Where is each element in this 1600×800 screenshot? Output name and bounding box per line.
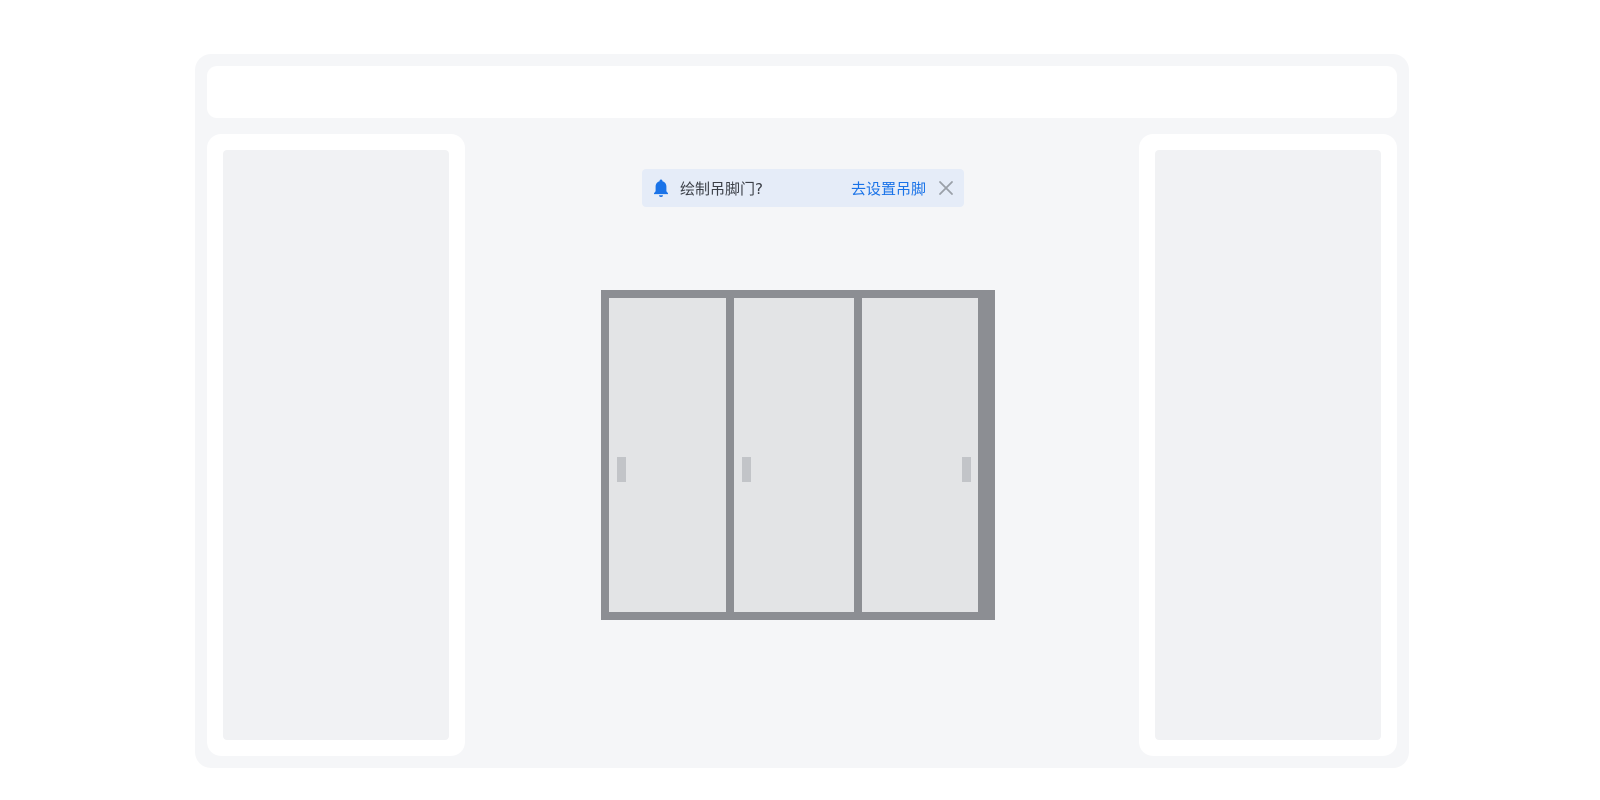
bell-icon [652,178,670,198]
door-handle-left [617,457,626,482]
close-icon[interactable] [938,180,954,196]
right-panel-content [1155,150,1381,740]
sliding-door-frame[interactable] [601,290,995,620]
door-handle-middle [742,457,751,482]
left-panel [207,134,465,756]
notice-question: 绘制吊脚门? [680,179,763,198]
door-panel-middle[interactable] [734,298,854,612]
top-toolbar [207,66,1397,118]
hanging-door-notice: 绘制吊脚门? 去设置吊脚 [642,169,964,207]
door-handle-right [962,457,971,482]
right-panel [1139,134,1397,756]
app-frame: 绘制吊脚门? 去设置吊脚 [195,54,1409,768]
set-hanging-foot-link[interactable]: 去设置吊脚 [851,178,926,199]
left-panel-content [223,150,449,740]
door-panel-right[interactable] [862,298,978,612]
door-panel-left[interactable] [609,298,726,612]
